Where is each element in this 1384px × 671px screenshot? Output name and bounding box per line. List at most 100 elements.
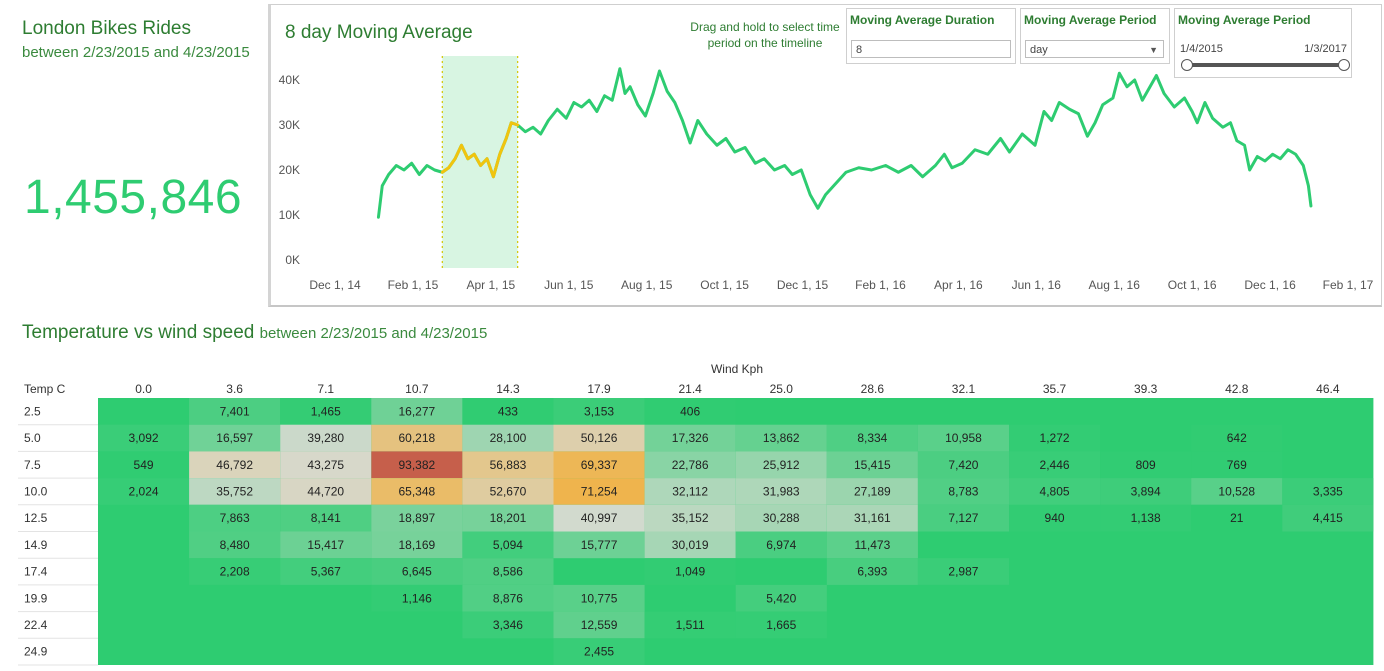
heatmap-cell <box>735 478 827 505</box>
heatmap-cell-value: 21 <box>1230 511 1244 525</box>
column-header: 42.8 <box>1225 382 1249 396</box>
heatmap-cell <box>189 451 281 479</box>
column-header: 7.1 <box>317 382 334 396</box>
heatmap-cell-value: 25,912 <box>763 458 800 472</box>
heatmap-cell <box>371 451 463 479</box>
heatmap-cell-value: 28,100 <box>490 431 527 445</box>
heatmap-cell-value: 1,272 <box>1040 431 1070 445</box>
column-header: 21.4 <box>678 382 702 396</box>
heatmap-cell-value: 40,997 <box>581 511 618 525</box>
heatmap-title-block: Temperature vs wind speed between 2/23/2… <box>22 322 487 344</box>
heatmap-cell-value: 6,974 <box>766 538 796 552</box>
heatmap-cell-value: 44,720 <box>307 484 344 498</box>
y-tick-label: 20K <box>279 163 300 177</box>
heatmap-cell <box>280 478 372 505</box>
heatmap-cell <box>553 531 645 559</box>
heatmap-cell-value: 5,420 <box>766 591 796 605</box>
heatmap-cell <box>462 531 554 559</box>
heatmap-cell-value: 8,783 <box>948 484 978 498</box>
heatmap-background <box>98 398 1374 665</box>
heatmap-cell-value: 8,876 <box>493 591 523 605</box>
heatmap-cell <box>644 424 736 452</box>
heatmap-cell <box>735 504 827 532</box>
heatmap-cell-value: 43,275 <box>307 458 344 472</box>
heatmap-cell-value: 1,465 <box>311 404 341 418</box>
heatmap-cell-value: 7,420 <box>948 458 978 472</box>
heatmap-cell <box>189 531 281 559</box>
row-header: 2.5 <box>24 404 41 418</box>
heatmap-cell <box>1282 504 1374 532</box>
heatmap-cell <box>1100 451 1192 479</box>
heatmap-cell <box>917 504 1009 532</box>
heatmap-cell-value: 39,280 <box>307 431 344 445</box>
column-header: 25.0 <box>770 382 794 396</box>
heatmap-cell-value: 71,254 <box>581 484 618 498</box>
heatmap-cell-value: 30,288 <box>763 511 800 525</box>
heatmap-cell-value: 6,393 <box>857 565 887 579</box>
heatmap-cell <box>826 558 918 585</box>
heatmap-cell <box>553 584 645 612</box>
moving-average-line-chart[interactable]: 0K 10K 20K 30K 40K Dec 1, 14 Feb 1, 15 Apr 1, 1… <box>0 0 1384 310</box>
heatmap-cell-value: 940 <box>1045 511 1065 525</box>
y-tick-label: 10K <box>279 208 300 222</box>
heatmap-cell-value: 3,894 <box>1131 484 1161 498</box>
heatmap-cell-value: 15,415 <box>854 458 891 472</box>
column-header: 0.0 <box>135 382 152 396</box>
x-tick-label: Dec 1, 15 <box>777 278 829 292</box>
heatmap-cell <box>189 558 281 585</box>
heatmap-cell <box>644 504 736 532</box>
row-header: 14.9 <box>24 538 48 552</box>
heatmap-cell <box>371 584 463 612</box>
row-header: 5.0 <box>24 431 41 445</box>
heatmap-cell <box>280 451 372 479</box>
heatmap-cell <box>371 398 463 425</box>
heatmap-cell-value: 8,141 <box>311 511 341 525</box>
row-header: 7.5 <box>24 458 41 472</box>
heatmap-cell <box>917 558 1009 585</box>
heatmap-cell <box>462 584 554 612</box>
heatmap-cell <box>189 504 281 532</box>
heatmap-cell-value: 31,161 <box>854 511 891 525</box>
heatmap-cell <box>644 478 736 505</box>
x-tick-label: Feb 1, 15 <box>388 278 439 292</box>
heatmap-cell-value: 32,112 <box>672 484 708 498</box>
heatmap-cell-value: 69,337 <box>581 458 618 472</box>
heatmap-cell <box>644 611 736 639</box>
heatmap-cell-value: 2,208 <box>220 565 250 579</box>
heatmap-cell-value: 16,597 <box>216 431 253 445</box>
x-tick-label: Aug 1, 16 <box>1089 278 1141 292</box>
heatmap-cell-value: 1,665 <box>766 618 796 632</box>
heatmap-cell-value: 642 <box>1227 431 1247 445</box>
heatmap-cell <box>1191 424 1283 452</box>
heatmap-cell <box>553 424 645 452</box>
x-tick-label: Apr 1, 16 <box>934 278 983 292</box>
x-tick-label: Oct 1, 16 <box>1168 278 1217 292</box>
heatmap-cell-value: 769 <box>1227 458 1247 472</box>
heatmap-cell-value: 22,786 <box>672 458 709 472</box>
heatmap-cell <box>371 531 463 559</box>
heatmap-cell-value: 549 <box>134 458 154 472</box>
heatmap-cell-value: 18,201 <box>490 511 527 525</box>
heatmap-cell-value: 56,883 <box>490 458 527 472</box>
heatmap-cell <box>462 424 554 452</box>
heatmap-cell <box>644 531 736 559</box>
heatmap-cell-value: 15,417 <box>307 538 344 552</box>
heatmap-cell <box>462 504 554 532</box>
heatmap-cell <box>553 638 645 665</box>
heatmap-cell <box>462 558 554 585</box>
heatmap-cell-value: 6,645 <box>402 565 432 579</box>
heatmap-cell-value: 2,987 <box>948 565 978 579</box>
heatmap-cell <box>1191 478 1283 505</box>
y-tick-label: 40K <box>279 73 300 87</box>
heatmap-cell <box>917 451 1009 479</box>
heatmap-cell <box>735 451 827 479</box>
heatmap-cell <box>462 398 554 425</box>
heatmap-cell-value: 35,752 <box>216 484 253 498</box>
heatmap-cell <box>280 424 372 452</box>
heatmap-cell <box>280 398 372 425</box>
heatmap-cell <box>826 478 918 505</box>
moving-average-line <box>376 67 1313 219</box>
heatmap-cell-value: 10,528 <box>1218 484 1255 498</box>
heatmap-cell <box>826 451 918 479</box>
heatmap-cell <box>280 558 372 585</box>
